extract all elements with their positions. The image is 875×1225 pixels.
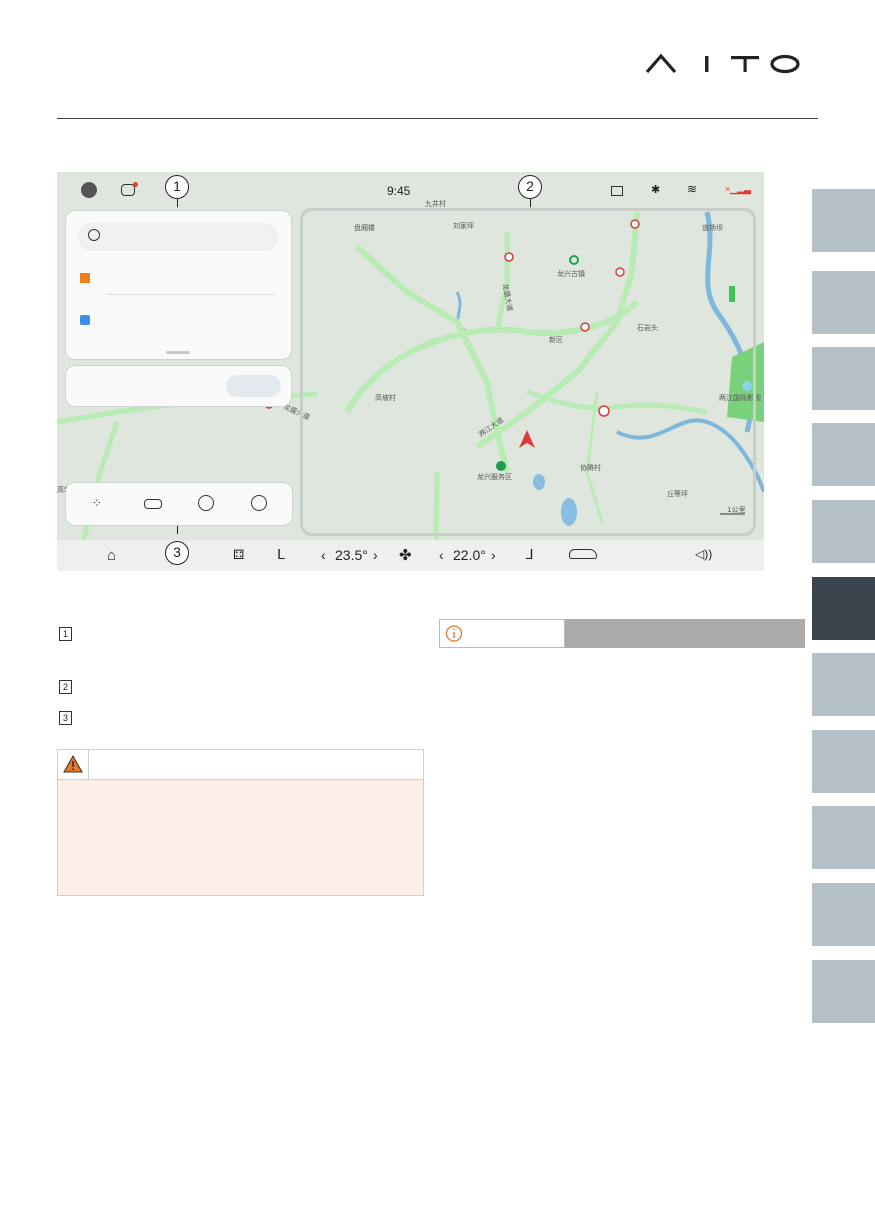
bottom-control-bar: ⌂ ⚃ ᒪ ‹ 23.5° › ✤ ‹ 22.0° › ᒧ ◁)) [57, 540, 764, 571]
warning-icon [63, 754, 83, 773]
grid-icon[interactable]: ⁘ [92, 496, 102, 510]
bluetooth-icon[interactable]: ✱ [651, 183, 660, 196]
right-temperature: 22.0° [453, 547, 486, 563]
map-tool-panel: ⁘ [65, 482, 293, 526]
infotainment-screenshot: 九井村 盘厢楼 刘家坪 道场坝 龙兴古镇 新区 石岩头 高坡村 两江国际影视 龙… [57, 172, 764, 571]
callout-2: 2 [518, 175, 542, 199]
home-place-icon[interactable] [80, 273, 90, 283]
callout-1-leader [177, 199, 178, 207]
info-label-cell [468, 619, 565, 648]
chapter-tab-1[interactable] [812, 189, 875, 252]
callout-1: 1 [165, 175, 189, 199]
chapter-tab-11[interactable] [812, 960, 875, 1023]
search-panel [65, 210, 292, 360]
chapter-tab-6[interactable] [812, 577, 875, 640]
callout-3-leader [177, 526, 178, 534]
legend-item-1: 1 [59, 627, 72, 641]
locate-icon[interactable] [251, 495, 267, 511]
seat-icon[interactable]: ᒪ [277, 546, 285, 563]
volume-icon[interactable]: ◁)) [695, 547, 712, 561]
avatar-icon[interactable] [81, 182, 97, 198]
info-icon-cell [439, 619, 469, 648]
svg-text:九井村: 九井村 [425, 199, 446, 208]
chapter-tab-4[interactable] [812, 423, 875, 486]
fan-icon[interactable]: ✤ [399, 546, 412, 564]
seat-heat-icon[interactable]: ᒧ [525, 546, 534, 563]
chapter-tab-5[interactable] [812, 500, 875, 563]
car-icon[interactable] [569, 549, 597, 559]
right-temp-down[interactable]: ‹ [439, 547, 444, 563]
notification-dot [133, 182, 138, 187]
search-input[interactable] [78, 223, 278, 251]
info-note [439, 619, 805, 648]
info-icon [445, 625, 463, 642]
warning-header [58, 750, 423, 780]
info-header-bar [565, 619, 805, 648]
chapter-tab-7[interactable] [812, 653, 875, 716]
chapter-tab-8[interactable] [812, 730, 875, 793]
signal-icon: ×▁▂▃ [725, 184, 752, 194]
legend-item-2: 2 [59, 680, 72, 694]
callout-3: 3 [165, 541, 189, 565]
nav-panel [65, 365, 292, 407]
left-temp-down[interactable]: ‹ [321, 547, 326, 563]
traffic-icon[interactable] [144, 499, 162, 509]
search-icon [88, 229, 100, 241]
header-rule [57, 118, 818, 119]
go-button[interactable] [226, 375, 281, 397]
callout-2-leader [530, 199, 531, 207]
chapter-tab-10[interactable] [812, 883, 875, 946]
divider [106, 294, 276, 295]
right-temp-up[interactable]: › [491, 547, 496, 563]
defrost-icon[interactable]: ⚃ [233, 547, 244, 563]
legend-item-3: 3 [59, 711, 72, 725]
home-icon[interactable]: ⌂ [107, 547, 116, 564]
map-area-frame [300, 208, 756, 536]
warning-box [57, 749, 424, 896]
compass-icon[interactable] [198, 495, 214, 511]
work-place-icon[interactable] [80, 315, 90, 325]
wifi-icon[interactable]: ≋ [687, 182, 697, 196]
left-temp-up[interactable]: › [373, 547, 378, 563]
camera-icon[interactable] [611, 186, 623, 196]
status-time: 9:45 [387, 184, 411, 198]
aito-logo [645, 53, 800, 74]
chapter-tab-9[interactable] [812, 806, 875, 869]
drag-handle[interactable] [166, 351, 190, 354]
chapter-tab-3[interactable] [812, 347, 875, 410]
warning-icon-cell [58, 750, 89, 779]
left-temperature: 23.5° [335, 547, 368, 563]
chapter-tab-2[interactable] [812, 271, 875, 334]
